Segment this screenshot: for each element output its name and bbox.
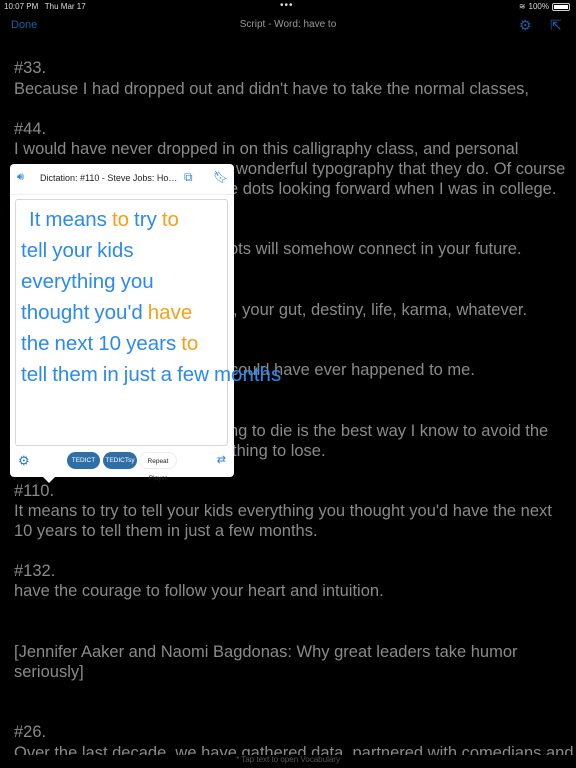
page-title: Script - Word: have to [239, 19, 337, 30]
script-line[interactable]: thing to lose. [232, 441, 326, 461]
script-line[interactable]: e dots looking forward when I was in col… [229, 179, 556, 199]
script-line[interactable]: Because I had dropped out and didn't hav… [14, 79, 529, 99]
script-line[interactable]: 10 years to tell them in just a few mont… [14, 521, 318, 541]
dictation-word[interactable]: 10 [98, 332, 121, 355]
dictation-word[interactable]: years [126, 332, 176, 355]
dictation-word[interactable]: It [29, 208, 40, 231]
gear-icon[interactable]: ⚙ [519, 17, 532, 34]
dictation-word[interactable]: a [161, 363, 172, 386]
dictation-word[interactable]: you'd [94, 301, 142, 324]
dictation-title: Dictation: #110 - Steve Jobs: How to liv… [40, 173, 180, 183]
dictation-word[interactable]: means [45, 208, 107, 231]
script-line[interactable]: #110. [14, 481, 54, 501]
script-line[interactable]: , your gut, destiny, life, karma, whatev… [233, 300, 527, 320]
tedictsy-button[interactable]: TEDICTsy [103, 452, 137, 469]
bookmark-icon[interactable]: 🔖︎ [213, 170, 228, 184]
script-line[interactable]: #44. [14, 119, 46, 139]
script-line[interactable]: #33. [14, 58, 46, 78]
dictation-word[interactable]: to [162, 208, 179, 231]
dictation-word[interactable]: the [21, 332, 50, 355]
share-icon[interactable]: ⇱ [550, 17, 562, 34]
dictation-word[interactable]: tell [21, 239, 47, 262]
footer-hint: * Tap text to open Vocabulary [0, 755, 576, 768]
script-line[interactable]: wonderful typography that they do. Of co… [236, 159, 565, 179]
dictation-word[interactable]: next [55, 332, 94, 355]
script-line[interactable]: #132. [14, 561, 55, 581]
dictation-word[interactable]: kids [97, 239, 133, 262]
dictation-word[interactable]: have [148, 301, 192, 324]
dictation-word[interactable]: your [52, 239, 92, 262]
dictation-word[interactable]: them [52, 363, 98, 386]
script-line[interactable]: #26. [14, 722, 46, 742]
copy-icon[interactable]: ⧉ [184, 170, 193, 185]
script-line[interactable]: ng to die is the best way I know to avoi… [229, 421, 548, 441]
popup-footer: ⚙ TEDICT TEDICTsy Repeat Player ⇄ [10, 447, 234, 482]
dictation-word[interactable]: thought [21, 301, 89, 324]
script-line[interactable]: ots will somehow connect in your future. [229, 239, 522, 259]
dictation-word[interactable]: tell [21, 363, 47, 386]
nav-bar: Done Script - Word: have to ⚙ ⇱ [0, 14, 576, 38]
dictation-word[interactable]: few [177, 363, 209, 386]
dictation-word[interactable]: to [181, 332, 198, 355]
script-line[interactable]: I would have never dropped in on this ca… [14, 139, 518, 159]
repeat-player-button[interactable]: Repeat Player [139, 452, 177, 482]
dictation-word[interactable]: you [121, 270, 154, 293]
dictation-word[interactable]: everything [21, 270, 116, 293]
script-line[interactable]: [Jennifer Aaker and Naomi Bagdonas: Why … [14, 642, 518, 662]
dictation-word[interactable]: try [134, 208, 157, 231]
dictation-word[interactable]: just [124, 363, 156, 386]
dictation-word[interactable]: to [112, 208, 129, 231]
speaker-icon[interactable]: 🔊︎ [17, 171, 24, 184]
script-line[interactable]: Over the last decade, we have gathered d… [14, 743, 574, 755]
dictation-word[interactable]: in [103, 363, 119, 386]
settings-gear-icon[interactable]: ⚙ [18, 453, 30, 469]
dictation-word[interactable]: months [214, 363, 281, 386]
translate-icon[interactable]: ⇄ [217, 453, 226, 466]
script-line[interactable]: It means to try to tell your kids everyt… [14, 501, 552, 521]
script-line[interactable]: seriously] [14, 662, 84, 682]
popup-header: 🔊︎ Dictation: #110 - Steve Jobs: How to … [10, 164, 234, 195]
script-line[interactable]: have the courage to follow your heart an… [14, 581, 384, 601]
dictation-text[interactable]: It means to try to tell your kids everything you t… [15, 199, 281, 446]
dictation-popup: 🔊︎ Dictation: #110 - Steve Jobs: How to … [10, 164, 281, 483]
tedict-button[interactable]: TEDICT [67, 452, 100, 469]
